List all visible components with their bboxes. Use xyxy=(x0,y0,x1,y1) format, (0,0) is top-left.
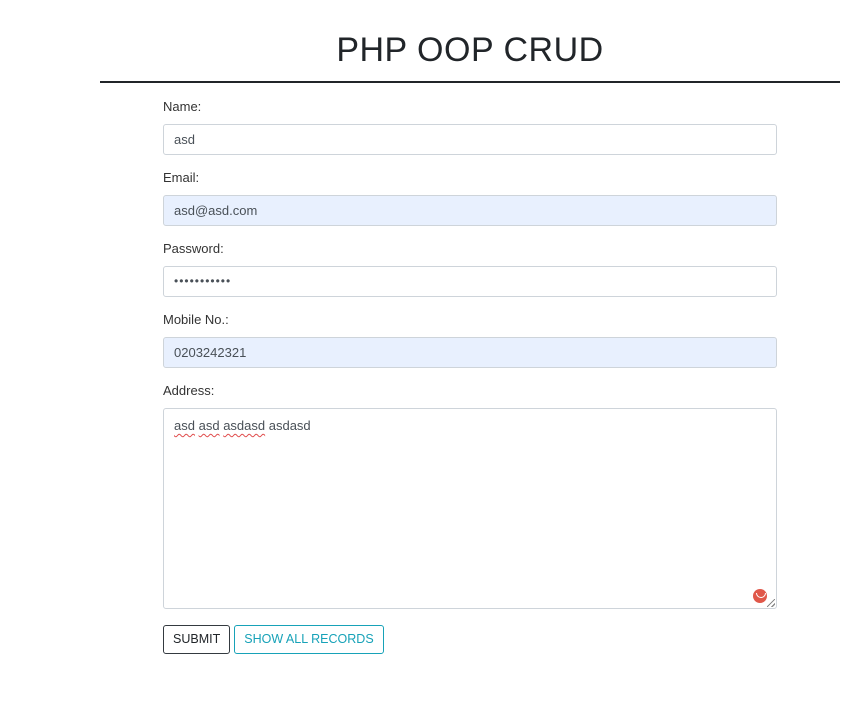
address-label: Address: xyxy=(163,383,215,398)
email-field-group: Email: asd@asd.com xyxy=(163,169,777,226)
password-label: Password: xyxy=(163,241,224,256)
submit-button[interactable]: SUBMIT xyxy=(163,625,231,654)
mobile-field-group: Mobile No.: 0203242321 xyxy=(163,311,777,368)
name-input[interactable]: asd xyxy=(163,124,777,155)
address-field-group: Address: asd asd asdasd asdasd xyxy=(163,382,777,609)
password-input[interactable]: ••••••••••• xyxy=(163,266,777,297)
mobile-input[interactable]: 0203242321 xyxy=(163,337,777,368)
address-word: asdasd xyxy=(268,418,311,433)
crud-form: Name: asd Email: asd@asd.com Password: •… xyxy=(163,98,777,654)
form-actions: SUBMIT SHOW ALL RECORDS xyxy=(163,625,777,654)
address-word: asd xyxy=(198,418,220,433)
address-word: asd xyxy=(174,418,195,433)
name-label: Name: xyxy=(163,99,202,114)
title-divider xyxy=(100,81,840,83)
show-all-records-button[interactable]: SHOW ALL RECORDS xyxy=(234,625,384,654)
resize-handle-icon[interactable] xyxy=(767,599,775,607)
page: PHP OOP CRUD Name: asd Email: asd@asd.co… xyxy=(0,0,854,715)
address-textarea[interactable]: asd asd asdasd asdasd xyxy=(163,408,777,609)
grammarly-icon[interactable] xyxy=(753,589,767,603)
password-field-group: Password: ••••••••••• xyxy=(163,240,777,297)
mobile-label: Mobile No.: xyxy=(163,312,229,327)
name-field-group: Name: asd xyxy=(163,98,777,155)
email-input[interactable]: asd@asd.com xyxy=(163,195,777,226)
address-word: asdasd xyxy=(223,418,266,433)
email-label: Email: xyxy=(163,170,200,185)
page-title: PHP OOP CRUD xyxy=(336,31,604,69)
